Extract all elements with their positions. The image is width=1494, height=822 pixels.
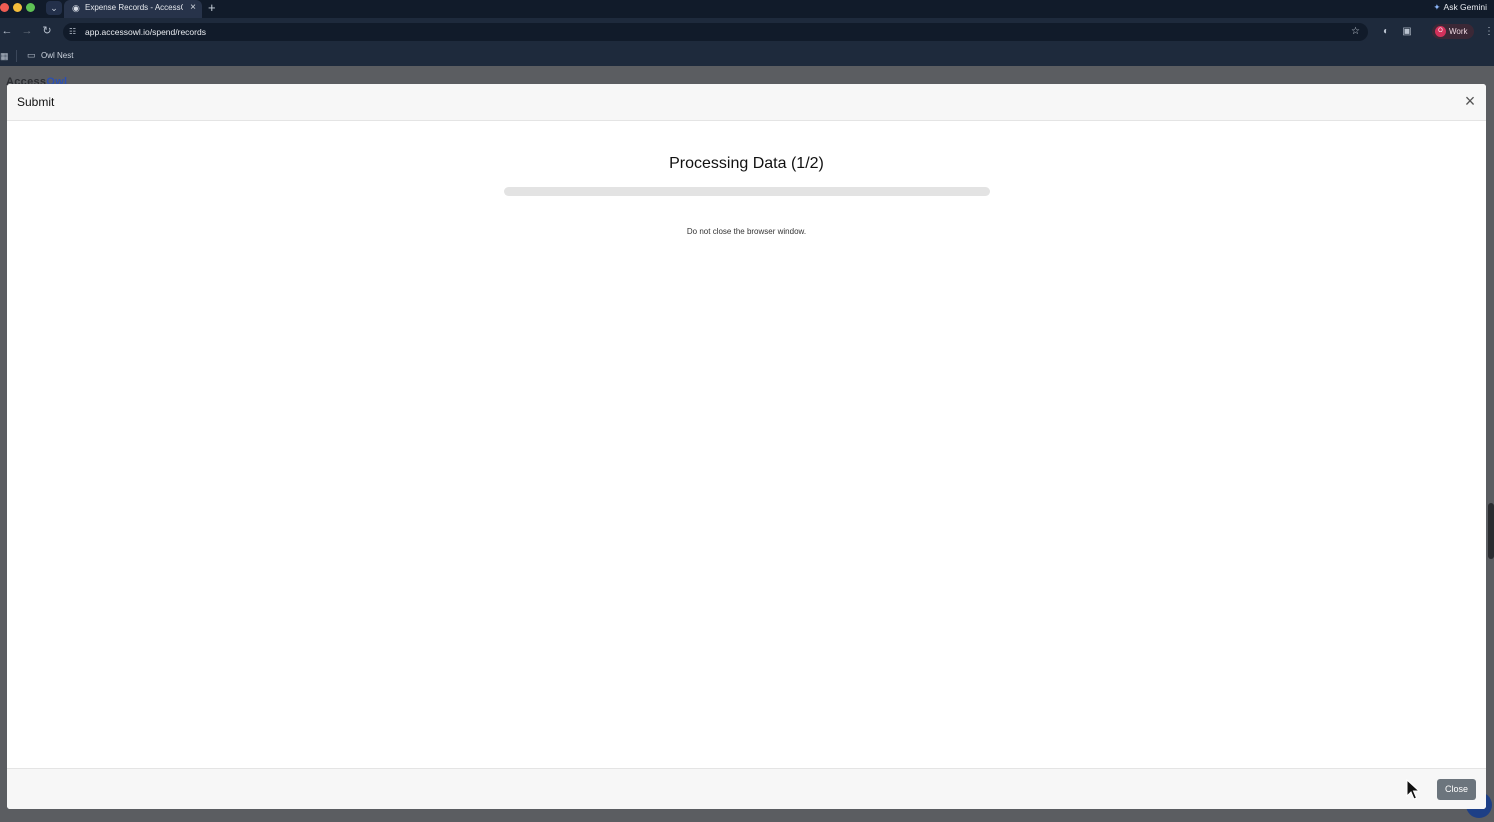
ask-gemini-label: Ask Gemini <box>1443 2 1487 12</box>
reload-icon[interactable]: ↻ <box>40 24 54 38</box>
close-icon[interactable]: × <box>1462 92 1478 110</box>
owl-favicon-icon: ◉ <box>72 3 80 13</box>
gemini-spark-icon: ✦ <box>1433 2 1441 12</box>
progress-bar <box>504 187 990 196</box>
address-bar[interactable]: ☷ app.accessowl.io/spend/records ☆ <box>63 23 1368 41</box>
back-arrow-icon[interactable]: ← <box>0 24 14 38</box>
window-minimize-dot[interactable] <box>13 3 22 12</box>
tab-title: Expense Records - AccessOwl <box>85 3 183 12</box>
browser-tab-active[interactable]: ◉ Expense Records - AccessOwl × <box>64 0 202 18</box>
modal-header: Submit × <box>7 84 1486 121</box>
mouse-cursor-icon <box>1406 779 1420 800</box>
profile-chip[interactable]: O Work <box>1432 24 1474 39</box>
apps-grid-icon[interactable]: ▦ <box>0 50 9 62</box>
extensions-puzzle-icon[interactable]: ▣ <box>1400 25 1414 39</box>
bookmarks-bar: ▦ ▭ Owl Nest <box>0 46 1494 66</box>
extension-icon[interactable]: ◐ <box>1379 25 1393 39</box>
profile-label: Work <box>1449 27 1468 36</box>
forward-arrow-icon[interactable]: → <box>20 24 34 38</box>
browser-tab-bar: ⌄ ◉ Expense Records - AccessOwl × + ✦Ask… <box>0 0 1494 18</box>
processing-note: Do not close the browser window. <box>686 227 807 236</box>
browser-menu-icon[interactable]: ⋮ <box>1484 25 1494 39</box>
tab-search-chevron-icon[interactable]: ⌄ <box>46 1 62 15</box>
ask-gemini-button[interactable]: ✦ Ask Gemini <box>1430 1 1490 14</box>
window-maximize-dot[interactable] <box>26 3 35 12</box>
url-text[interactable]: app.accessowl.io/spend/records <box>85 26 206 38</box>
site-settings-icon[interactable]: ☷ <box>69 26 76 38</box>
folder-icon[interactable]: ▭ <box>27 49 36 62</box>
tab-close-icon[interactable]: × <box>190 1 196 14</box>
submit-modal: Submit × Processing Data (1/2) Do not cl… <box>7 84 1486 809</box>
bookmark-divider <box>16 50 17 62</box>
page-scrollbar[interactable] <box>1488 503 1494 559</box>
close-button[interactable]: Close <box>1437 779 1476 800</box>
bookmark-star-icon[interactable]: ☆ <box>1351 25 1360 39</box>
processing-heading: Processing Data (1/2) <box>669 155 824 172</box>
modal-title: Submit <box>17 95 55 109</box>
avatar: O <box>1435 26 1446 37</box>
window-close-dot[interactable] <box>0 3 9 12</box>
modal-footer: Close <box>7 768 1486 809</box>
browser-toolbar: ← → ↻ ☷ app.accessowl.io/spend/records ☆… <box>0 18 1494 46</box>
new-tab-plus-icon[interactable]: + <box>208 0 216 15</box>
bookmark-folder-owl-nest[interactable]: Owl Nest <box>41 49 73 62</box>
